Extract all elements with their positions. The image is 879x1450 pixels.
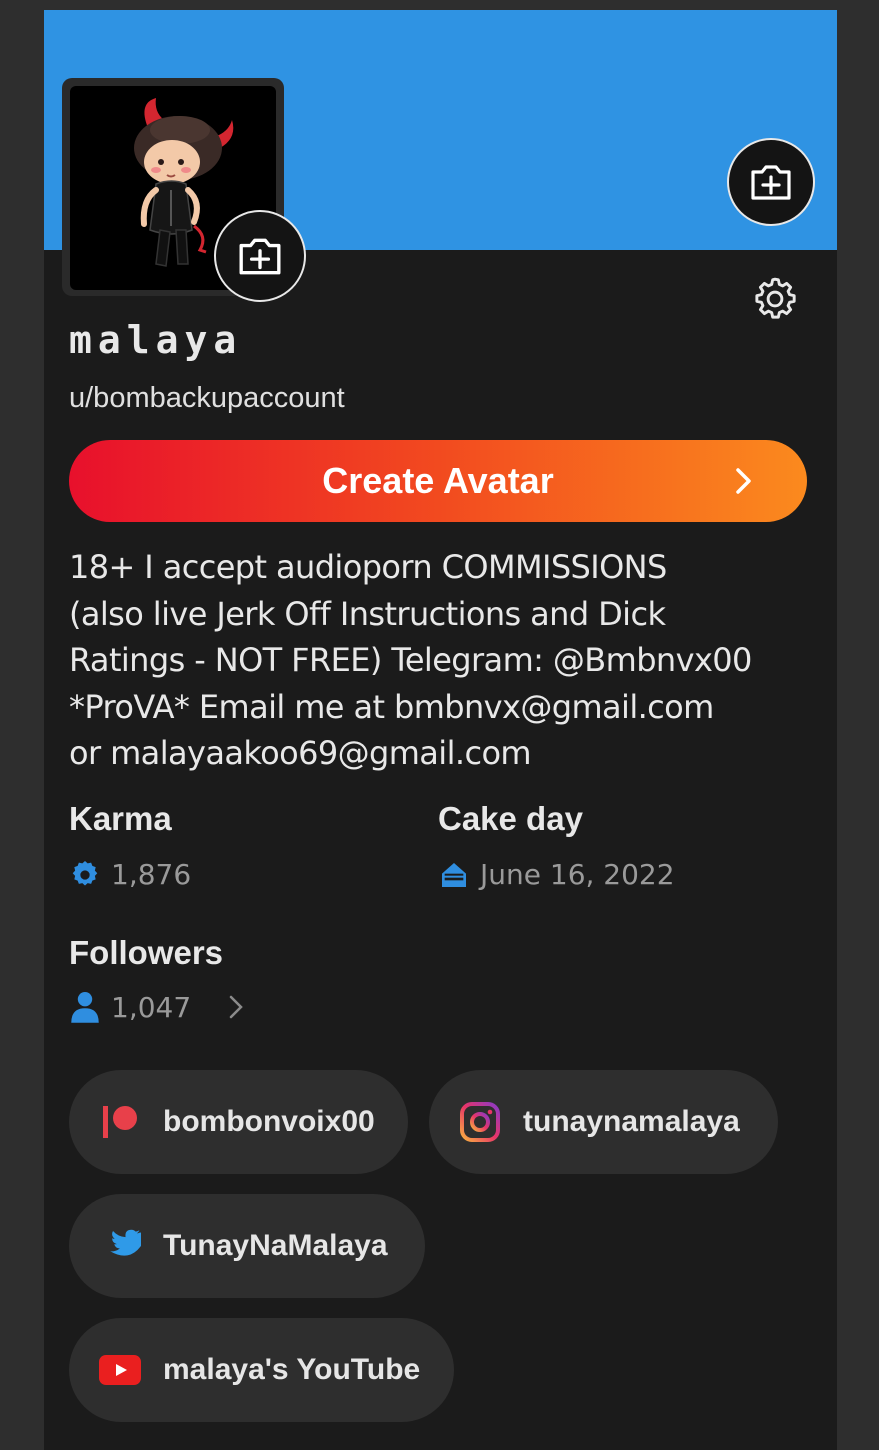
instagram-icon: [459, 1101, 501, 1143]
profile-card: malaya u/bombackupaccount Create Avatar …: [44, 10, 837, 1450]
social-link-label: malaya's YouTube: [163, 1353, 421, 1386]
profile-bio: 18+ I accept audioporn COMMISSIONS (also…: [69, 548, 752, 772]
cakeday-value: June 16, 2022: [438, 858, 675, 891]
create-avatar-label: Create Avatar: [322, 460, 554, 501]
add-photo-icon: [239, 238, 281, 275]
karma-count: 1,876: [111, 858, 192, 891]
followers-label: Followers: [69, 934, 224, 971]
cakeday-label: Cake day: [438, 800, 583, 837]
twitter-icon: [99, 1225, 141, 1267]
person-icon: [71, 991, 99, 1023]
create-avatar-button[interactable]: Create Avatar: [69, 440, 807, 522]
social-link-instagram[interactable]: tunaynamalaya: [429, 1070, 778, 1174]
youtube-icon: [99, 1349, 141, 1391]
followers-count: 1,047: [111, 990, 192, 1024]
social-link-twitter[interactable]: TunayNaMalaya: [69, 1194, 425, 1298]
social-link-label: bombonvoix00: [163, 1105, 375, 1138]
settings-button[interactable]: [748, 272, 802, 326]
edit-banner-button[interactable]: [727, 138, 815, 226]
display-name: malaya: [69, 318, 243, 362]
followers-link[interactable]: 1,047: [69, 990, 261, 1024]
social-link-patreon[interactable]: bombonvoix00: [69, 1070, 408, 1174]
chevron-right-icon: [736, 468, 751, 494]
patreon-icon: [99, 1101, 141, 1143]
username: u/bombackupaccount: [69, 382, 345, 414]
chevron-right-icon: [229, 995, 243, 1019]
edit-avatar-button[interactable]: [214, 210, 306, 302]
karma-icon: [72, 860, 98, 886]
social-link-label: TunayNaMalaya: [163, 1229, 388, 1262]
karma-value: 1,876: [69, 858, 191, 891]
social-link-label: tunaynamalaya: [523, 1105, 740, 1138]
social-link-youtube[interactable]: malaya's YouTube: [69, 1318, 454, 1422]
add-photo-icon: [751, 165, 791, 200]
gear-icon: [755, 277, 796, 319]
karma-label: Karma: [69, 800, 172, 837]
cake-icon: [442, 862, 466, 887]
cakeday-date: June 16, 2022: [480, 858, 675, 891]
